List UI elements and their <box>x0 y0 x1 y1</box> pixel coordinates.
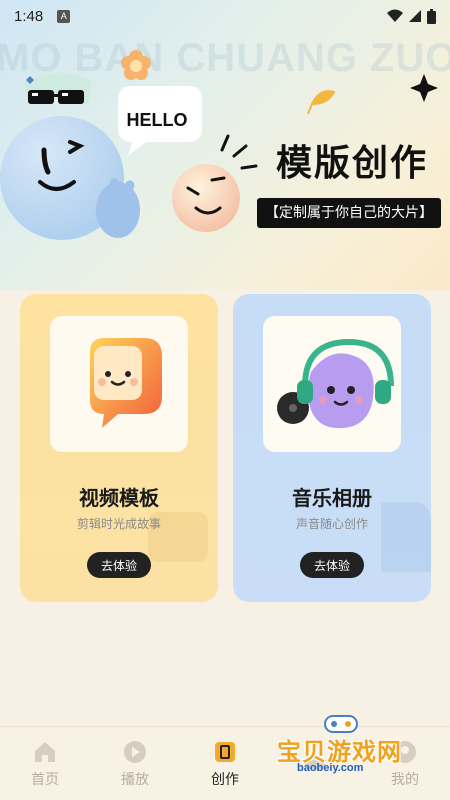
nav-item-controller[interactable] <box>270 727 360 800</box>
hero-banner: MO BAN CHUANG ZUO HELLO 模版创作 【定制属于你自己的大片… <box>0 0 450 290</box>
status-bar: 1:48 A <box>0 0 450 32</box>
status-icons <box>387 8 436 24</box>
battery-icon <box>427 8 436 24</box>
nav-item-profile[interactable]: 我的 <box>360 727 450 800</box>
nav-label-profile: 我的 <box>391 771 419 788</box>
music-album-card[interactable]: 音乐相册 声音随心创作 去体验 <box>233 294 431 602</box>
notification-a-icon: A <box>57 9 71 23</box>
status-time: 1:48 <box>14 7 44 25</box>
signal-icon <box>409 10 421 22</box>
nav-label-create: 创作 <box>211 771 239 788</box>
hello-bubble-text: HELLO <box>127 110 188 130</box>
create-icon <box>215 741 235 762</box>
nav-item-create[interactable]: 创作 <box>180 727 270 800</box>
controller-icon <box>305 756 325 769</box>
video-template-thumb <box>50 316 188 452</box>
music-album-title: 音乐相册 <box>292 486 372 510</box>
home-icon <box>35 741 55 762</box>
bottom-nav: 首页 播放 创作 我的 <box>0 726 450 800</box>
page-title: 模版创作 <box>276 143 429 184</box>
video-template-card[interactable]: 视频模板 剪辑时光成故事 去体验 <box>20 294 218 602</box>
nav-item-play[interactable]: 播放 <box>90 727 180 800</box>
music-album-try-button[interactable]: 去体验 <box>300 552 364 578</box>
video-template-icon <box>90 338 162 428</box>
music-album-desc: 声音随心创作 <box>295 517 368 531</box>
nav-label-home: 首页 <box>31 771 59 788</box>
nav-label-play: 播放 <box>121 771 149 788</box>
nav-item-home[interactable]: 首页 <box>0 727 90 800</box>
video-template-try-button[interactable]: 去体验 <box>87 552 151 578</box>
profile-icon <box>394 740 416 763</box>
video-template-desc: 剪辑时光成故事 <box>76 517 161 531</box>
page-subtitle: 【定制属于你自己的大片】 <box>257 198 441 228</box>
music-album-thumb <box>263 316 401 452</box>
music-album-icon <box>277 338 394 429</box>
play-icon <box>124 740 146 763</box>
video-template-title: 视频模板 <box>79 486 159 510</box>
wifi-icon <box>387 9 403 22</box>
